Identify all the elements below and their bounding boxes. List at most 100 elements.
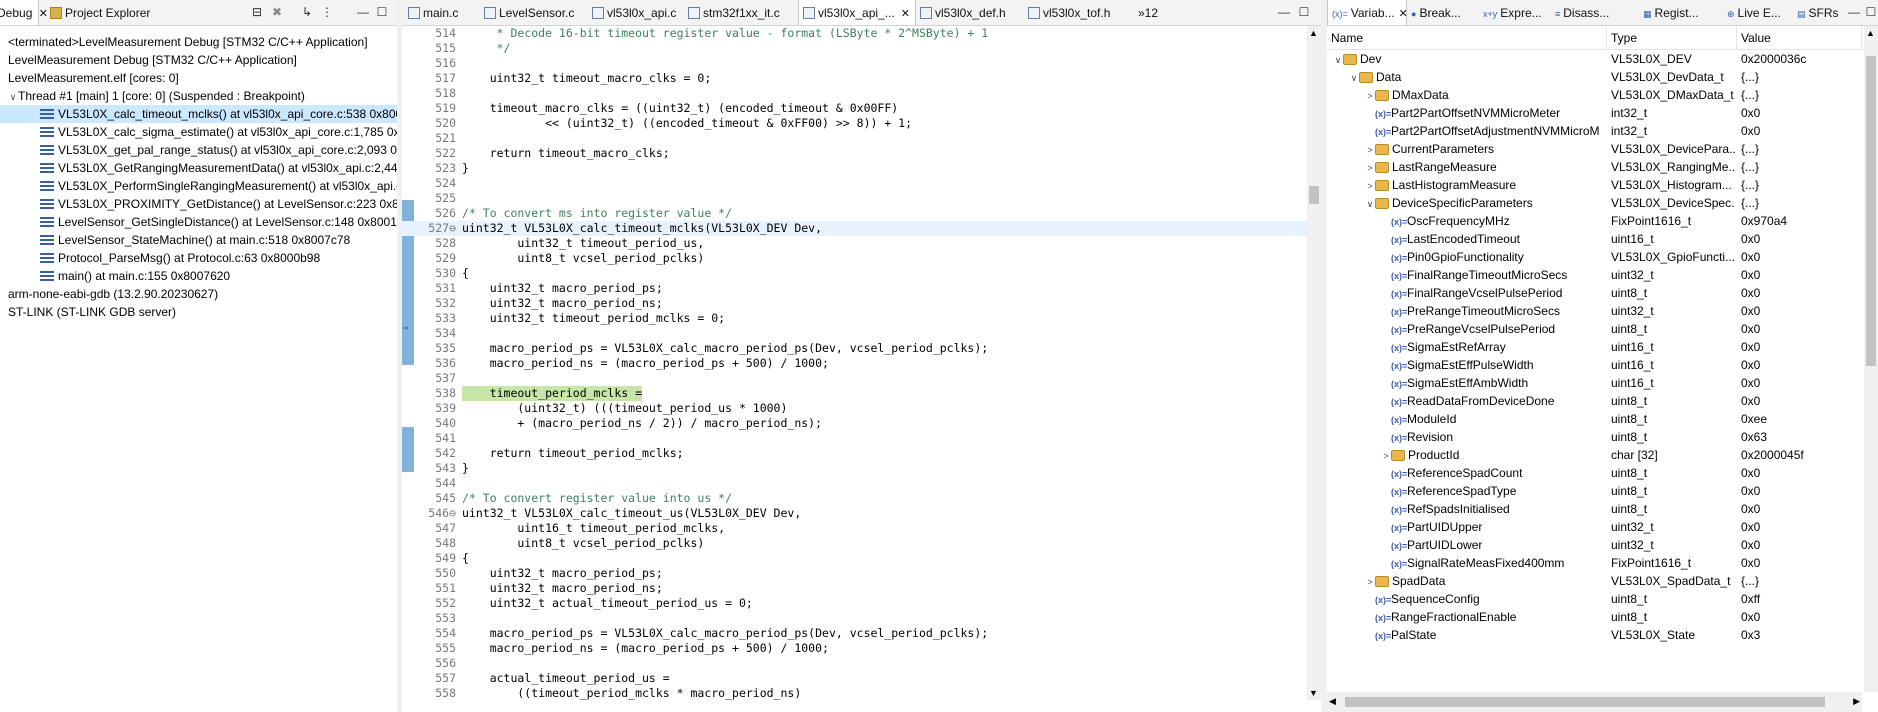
variable-value[interactable]: 0x63 (1741, 428, 1861, 446)
variable-row[interactable]: (x)=SigmaEstEffPulseWidth uint16_t 0x0 (1327, 356, 1862, 374)
debug-tree-item[interactable]: ST-LINK (ST-LINK GDB server) (0, 303, 397, 321)
variable-value[interactable]: {...} (1741, 572, 1861, 590)
horizontal-scroll-thumb[interactable] (1345, 697, 1825, 707)
debug-tree-item[interactable]: arm-none-eabi-gdb (13.2.90.20230627) (0, 285, 397, 303)
editor-tab[interactable]: vl53l0x_tof.h (1024, 0, 1134, 25)
view-menu-icon[interactable]: ⋮ (320, 5, 334, 19)
editor-tab[interactable]: main.c (404, 0, 480, 25)
variable-row[interactable]: (x)=PreRangeTimeoutMicroSecs uint32_t 0x0 (1327, 302, 1862, 320)
expand-toggle-icon[interactable]: ∨ (1333, 51, 1343, 69)
variables-horizontal-scrollbar[interactable]: ◀ ▶ (1327, 692, 1862, 712)
variable-value[interactable]: {...} (1741, 194, 1861, 212)
minimize-icon[interactable]: — (1277, 5, 1291, 19)
variable-row[interactable]: (x)=OscFrequencyMHz FixPoint1616_t 0x970a4 (1327, 212, 1862, 230)
step-into-icon[interactable]: ↳ (300, 5, 314, 19)
variable-value[interactable]: {...} (1741, 140, 1861, 158)
variables-scroll-thumb[interactable] (1866, 56, 1876, 366)
expand-toggle-icon[interactable]: > (1365, 573, 1375, 591)
variable-row[interactable]: (x)=SigmaEstEffAmbWidth uint16_t 0x0 (1327, 374, 1862, 392)
variable-row[interactable]: (x)=PartUIDLower uint32_t 0x0 (1327, 536, 1862, 554)
variable-value[interactable]: {...} (1741, 158, 1861, 176)
expand-toggle-icon[interactable]: > (1365, 87, 1375, 105)
tab-disassembly[interactable]: ≡ Disass... (1551, 0, 1639, 25)
tab-debug[interactable]: Debug ✕ (0, 0, 48, 25)
scroll-up-icon[interactable]: ▲ (1309, 28, 1318, 38)
variable-row[interactable]: (x)=Part2PartOffsetNVMMicroMeter int32_t 0… (1327, 104, 1862, 122)
variable-value[interactable]: 0x0 (1741, 374, 1861, 392)
editor-tab[interactable]: stm32f1xx_it.c (684, 0, 798, 25)
maximize-icon[interactable]: ☐ (1297, 5, 1311, 19)
variable-row[interactable]: (x)=PreRangeVcselPulsePeriod uint8_t 0x0 (1327, 320, 1862, 338)
variable-value[interactable]: 0x3 (1741, 626, 1861, 644)
stack-frame[interactable]: LevelSensor_StateMachine() at main.c:518… (0, 231, 397, 249)
scroll-up-icon[interactable]: ▲ (1866, 28, 1875, 38)
column-header-name[interactable]: Name (1327, 26, 1607, 50)
variable-value[interactable]: 0x0 (1741, 284, 1861, 302)
variable-row[interactable]: (x)=LastEncodedTimeout uint16_t 0x0 (1327, 230, 1862, 248)
tab-project-explorer[interactable]: Project Explorer (46, 0, 186, 25)
maximize-icon[interactable]: ☐ (1864, 5, 1878, 19)
variable-value[interactable]: 0xff (1741, 590, 1861, 608)
variable-row[interactable]: (x)=FinalRangeTimeoutMicroSecs uint32_t 0x… (1327, 266, 1862, 284)
debug-tree-item[interactable]: LevelMeasurement Debug [STM32 C/C++ Appl… (0, 51, 397, 69)
variable-row[interactable]: (x)=RangeFractionalEnable uint8_t 0x0 (1327, 608, 1862, 626)
expand-toggle-icon[interactable]: > (1365, 177, 1375, 195)
expand-toggle-icon[interactable]: > (1365, 159, 1375, 177)
tab-variables[interactable]: (x)= Variab... ✕ (1327, 0, 1408, 25)
variable-value[interactable]: 0x2000045f (1741, 446, 1861, 464)
variable-row[interactable]: (x)=PartUIDUpper uint32_t 0x0 (1327, 518, 1862, 536)
column-header-value[interactable]: Value (1737, 26, 1862, 50)
editor-scroll-thumb[interactable] (1309, 186, 1319, 204)
stack-frame[interactable]: VL53L0X_get_pal_range_status() at vl53l0… (0, 141, 397, 159)
collapse-all-icon[interactable]: ⊟ (250, 5, 264, 19)
debug-tree-item[interactable]: ∨ Thread #1 [main] 1 [core: 0] (Suspended… (0, 87, 397, 105)
scroll-right-icon[interactable]: ▶ (1853, 696, 1860, 707)
code-area[interactable]: ⇒ 514 * Decode 16-bit timeout register v… (402, 26, 1321, 700)
variable-value[interactable]: 0x0 (1741, 608, 1861, 626)
variable-value[interactable]: 0x2000036c (1741, 50, 1861, 68)
variable-row[interactable]: (x)=PalState VL53L0X_State 0x3 (1327, 626, 1862, 644)
stack-frame[interactable]: VL53L0X_calc_timeout_mclks() at vl53l0x_… (0, 105, 397, 123)
variable-row[interactable]: > LastHistogramMeasure VL53L0X_Histogram..… (1327, 176, 1862, 194)
variable-value[interactable]: {...} (1741, 86, 1861, 104)
variable-row[interactable]: (x)=Part2PartOffsetAdjustmentNVMMicroM in… (1327, 122, 1862, 140)
editor-tab[interactable]: vl53l0x_api_... ✕ (798, 0, 916, 25)
variable-row[interactable]: ∨ Dev VL53L0X_DEV 0x2000036c (1327, 50, 1862, 68)
variable-row[interactable]: > CurrentParameters VL53L0X_DevicePara... {… (1327, 140, 1862, 158)
editor-tab[interactable]: vl53l0x_api.c (588, 0, 684, 25)
variable-value[interactable]: 0x0 (1741, 320, 1861, 338)
expand-toggle-icon[interactable]: ∨ (1349, 69, 1359, 87)
variable-row[interactable]: ∨ Data VL53L0X_DevData_t {...} (1327, 68, 1862, 86)
variable-value[interactable]: 0x0 (1741, 248, 1861, 266)
variable-row[interactable]: (x)=Revision uint8_t 0x63 (1327, 428, 1862, 446)
stack-frame[interactable]: VL53L0X_GetRangingMeasurementData() at v… (0, 159, 397, 177)
variable-row[interactable]: (x)=ReferenceSpadCount uint8_t 0x0 (1327, 464, 1862, 482)
variable-value[interactable]: 0x0 (1741, 518, 1861, 536)
minimize-icon[interactable]: — (1847, 5, 1861, 19)
variable-value[interactable]: 0x0 (1741, 392, 1861, 410)
variable-value[interactable]: 0x970a4 (1741, 212, 1861, 230)
stack-frame[interactable]: LevelSensor_GetSingleDistance() at Level… (0, 213, 397, 231)
variable-value[interactable]: 0x0 (1741, 122, 1861, 140)
column-header-type[interactable]: Type (1607, 26, 1737, 50)
variable-value[interactable]: 0x0 (1741, 464, 1861, 482)
expand-toggle-icon[interactable]: > (1381, 447, 1391, 465)
variable-value[interactable]: 0x0 (1741, 500, 1861, 518)
stack-frame[interactable]: main() at main.c:155 0x8007620 (0, 267, 397, 285)
variable-value[interactable]: 0x0 (1741, 266, 1861, 284)
variable-row[interactable]: (x)=SigmaEstRefArray uint16_t 0x0 (1327, 338, 1862, 356)
variable-row[interactable]: (x)=ReferenceSpadType uint8_t 0x0 (1327, 482, 1862, 500)
debug-tree-item[interactable]: <terminated>LevelMeasurement Debug [STM3… (0, 33, 397, 51)
variable-value[interactable]: 0x0 (1741, 536, 1861, 554)
variable-row[interactable]: (x)=RefSpadsInitialised uint8_t 0x0 (1327, 500, 1862, 518)
expand-toggle-icon[interactable]: ∨ (1365, 195, 1375, 213)
remove-terminated-icon[interactable]: ✖ (270, 5, 284, 19)
stack-frame[interactable]: VL53L0X_calc_sigma_estimate() at vl53l0x… (0, 123, 397, 141)
expand-toggle-icon[interactable]: ∨ (8, 88, 18, 106)
tab-live-expressions[interactable]: ⊕ Live E... (1723, 0, 1793, 25)
editor-tab[interactable]: LevelSensor.c (480, 0, 588, 25)
variable-row[interactable]: (x)=ModuleId uint8_t 0xee (1327, 410, 1862, 428)
variable-value[interactable]: {...} (1741, 176, 1861, 194)
close-icon[interactable]: ✕ (901, 8, 910, 20)
tab-breakpoints[interactable]: ● Break... (1407, 0, 1479, 25)
